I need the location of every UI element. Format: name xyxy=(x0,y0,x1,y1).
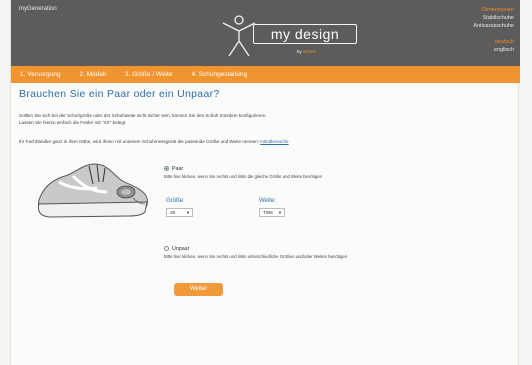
intro-text-1: Sollten Sie sich bei der Schuhgröße oder… xyxy=(19,113,267,118)
step-nav: 1. Versorgung 2. Modell 3. Größe / Weite… xyxy=(11,66,520,83)
dealer-search-link[interactable]: Händlersuche xyxy=(260,139,288,144)
radio-unpaar[interactable] xyxy=(164,246,169,252)
size-select-value: 28 xyxy=(170,210,176,215)
brand-text[interactable]: myGeneration xyxy=(19,6,57,12)
header-links: Dimensionen Stabilschuhe Antivarusschuhe… xyxy=(473,6,514,54)
chevron-down-icon: ▼ xyxy=(278,210,282,215)
width-label: Weite: xyxy=(259,198,276,204)
logo-by-prefix: by xyxy=(297,49,302,54)
header-link-stabilschuhe[interactable]: Stabilschuhe xyxy=(473,14,515,22)
step-modell[interactable]: 2. Modell xyxy=(79,71,105,78)
page-frame: myGeneration my design by schein Dimensi… xyxy=(10,0,520,365)
width-select[interactable]: TW8 ▼ xyxy=(259,208,285,217)
step-groesse-weite[interactable]: 3. Größe / Weite xyxy=(125,71,173,78)
logo-brand: schein xyxy=(303,49,317,54)
option-paar-label: Paar xyxy=(172,166,184,172)
step-schuhgestaltung[interactable]: 4. Schuhgestaltung xyxy=(191,71,247,78)
option-unpaar[interactable]: Unpaar xyxy=(164,246,189,252)
intro-text-2: Lassen Sie hierzu einfach die Felder mit… xyxy=(19,120,127,125)
size-label: Größe: xyxy=(166,198,185,204)
next-button[interactable]: Weiter xyxy=(174,283,223,296)
option-unpaar-description: Bitte hier klicken, wenn Sie rechts und … xyxy=(164,254,348,259)
header-link-antivarusschuhe[interactable]: Antivarusschuhe xyxy=(473,22,514,30)
radio-paar[interactable] xyxy=(164,166,169,172)
option-paar[interactable]: Paar xyxy=(164,166,183,172)
size-select[interactable]: 28 ▼ xyxy=(166,208,193,217)
logo-wordmark: my design xyxy=(253,24,357,44)
page-title: Brauchen Sie ein Paar oder ein Unpaar? xyxy=(19,88,220,100)
header-link-dimensionen[interactable]: Dimensionen xyxy=(473,6,514,14)
dealer-text: Ihr Fachhändler ganz in Ihrer Nähe, wird… xyxy=(19,139,289,144)
logo-byline: by schein xyxy=(297,49,316,54)
site-header: myGeneration my design by schein Dimensi… xyxy=(11,0,520,66)
dealer-text-label: Ihr Fachhändler ganz in Ihrer Nähe, wird… xyxy=(19,139,259,144)
language-deutsch[interactable]: deutsch xyxy=(473,38,514,46)
logo[interactable]: my design by schein xyxy=(219,13,364,58)
shoe-illustration xyxy=(38,163,148,218)
option-paar-description: Bitte hier klicken, wenn Sie rechts und … xyxy=(164,174,323,179)
width-select-value: TW8 xyxy=(263,210,273,215)
chevron-down-icon: ▼ xyxy=(186,210,190,215)
step-versorgung[interactable]: 1. Versorgung xyxy=(20,71,60,78)
language-englisch[interactable]: englisch xyxy=(473,46,514,54)
option-unpaar-label: Unpaar xyxy=(172,246,190,252)
